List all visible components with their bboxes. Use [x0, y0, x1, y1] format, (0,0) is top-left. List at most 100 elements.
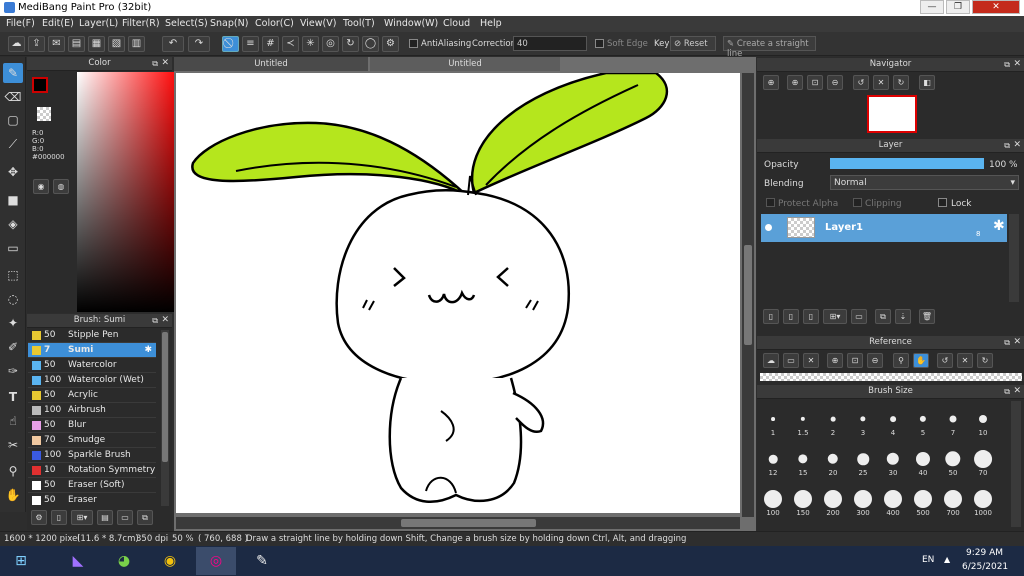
start-button[interactable]: ⊞: [2, 547, 40, 575]
rectangle-tool-icon[interactable]: ▢: [3, 110, 23, 130]
navigator-thumbnail[interactable]: [867, 95, 917, 133]
soft-edge-checkbox[interactable]: [595, 39, 604, 48]
tray-chevron-icon[interactable]: ▲: [944, 555, 950, 564]
gradient-tool-icon[interactable]: ▭: [3, 238, 23, 258]
brush-tool-icon[interactable]: ✎: [3, 63, 23, 83]
close-icon[interactable]: ✕: [1013, 336, 1021, 349]
menu-layer[interactable]: Layer(L): [79, 18, 118, 29]
select-eraser-tool-icon[interactable]: ✑: [3, 361, 23, 381]
hand-tool-icon[interactable]: ✋: [3, 485, 23, 505]
new-layer-1bit-icon[interactable]: ▯: [803, 309, 819, 324]
select-pen-tool-icon[interactable]: ✐: [3, 337, 23, 357]
fill-rect-tool-icon[interactable]: ■: [3, 190, 23, 210]
menu-edit[interactable]: Edit(E): [42, 18, 74, 29]
bucket-tool-icon[interactable]: ◈: [3, 214, 23, 234]
menu-color[interactable]: Color(C): [255, 18, 294, 29]
brush-size-option[interactable]: 4: [879, 407, 907, 437]
brush-size-option[interactable]: 15: [789, 447, 817, 477]
brush-list-item[interactable]: 70 Smudge: [28, 433, 156, 448]
brush-size-option[interactable]: 7: [939, 407, 967, 437]
brush-list-item[interactable]: 50 Eraser: [28, 493, 156, 506]
fit-icon[interactable]: ⊡: [807, 75, 823, 90]
brush-list-item[interactable]: 100 Sparkle Brush: [28, 448, 156, 463]
undo-icon[interactable]: ↶: [162, 36, 184, 52]
transparent-color-swatch[interactable]: [37, 107, 51, 121]
clock-time[interactable]: 9:29 AM: [966, 548, 1003, 558]
undock-icon[interactable]: ⧉: [1004, 336, 1010, 349]
undock-icon[interactable]: ⧉: [1004, 139, 1010, 152]
brush-size-option[interactable]: 700: [939, 487, 967, 517]
undock-icon[interactable]: ⧉: [1004, 58, 1010, 71]
cloud-download-icon[interactable]: ☁: [763, 353, 779, 368]
menu-cloud[interactable]: Cloud: [443, 18, 470, 29]
brush-list-scrollbar[interactable]: [161, 330, 169, 506]
brush-size-scrollbar[interactable]: [1011, 401, 1021, 527]
canvas-vertical-scrollbar[interactable]: [742, 73, 754, 517]
protect-alpha-checkbox[interactable]: [766, 198, 775, 207]
eyedropper-icon[interactable]: ⚲: [893, 353, 909, 368]
brush-size-option[interactable]: 1: [759, 407, 787, 437]
brush-size-option[interactable]: 10: [969, 407, 997, 437]
undock-icon[interactable]: ⧉: [152, 57, 158, 70]
cloud-icon[interactable]: ☁: [8, 36, 25, 52]
menu-select[interactable]: Select(S): [165, 18, 208, 29]
duplicate-layer-icon[interactable]: ⧉: [875, 309, 891, 324]
visual-studio-icon[interactable]: ◣: [58, 547, 98, 575]
parallel-snap-icon[interactable]: ≡: [242, 36, 259, 52]
material-icon[interactable]: ▧: [108, 36, 125, 52]
clock-date[interactable]: 6/25/2021: [962, 562, 1008, 572]
flip-icon[interactable]: ◧: [919, 75, 935, 90]
brush-list-item[interactable]: 100 Watercolor (Wet): [28, 373, 156, 388]
radial-snap-icon[interactable]: ✳: [302, 36, 319, 52]
medibang-taskbar-icon[interactable]: ◎: [196, 547, 236, 575]
move-tool-icon[interactable]: ✥: [3, 162, 23, 182]
new-brush-icon[interactable]: ▯: [51, 510, 67, 525]
eraser-tool-icon[interactable]: ⌫: [3, 87, 23, 107]
brush-size-option[interactable]: 20: [819, 447, 847, 477]
straight-line-button[interactable]: ✎ Create a straight line: [723, 36, 816, 59]
brush-size-option[interactable]: 12: [759, 447, 787, 477]
rotate-right-icon[interactable]: ↻: [977, 353, 993, 368]
drawing-canvas[interactable]: [176, 73, 740, 513]
color-wheel-icon[interactable]: ◉: [33, 179, 49, 194]
magic-wand-tool-icon[interactable]: ✦: [3, 313, 23, 333]
copy-brush-icon[interactable]: ▤: [97, 510, 113, 525]
brush-size-option[interactable]: 30: [879, 447, 907, 477]
lasso-tool-icon[interactable]: ◌: [3, 289, 23, 309]
close-icon[interactable]: ✕: [1013, 385, 1021, 398]
close-icon[interactable]: ✕: [161, 314, 169, 327]
brush-size-option[interactable]: 1000: [969, 487, 997, 517]
menu-help[interactable]: Help: [480, 18, 502, 29]
brush-list-item[interactable]: 7 Sumi ✱: [28, 343, 156, 358]
palette-icon[interactable]: ◍: [53, 179, 69, 194]
close-icon[interactable]: ✕: [161, 57, 169, 70]
new-layer-8bit-icon[interactable]: ▯: [783, 309, 799, 324]
open-folder-icon[interactable]: ▭: [783, 353, 799, 368]
zoom-in-icon[interactable]: ⊕: [827, 353, 843, 368]
brush-settings-icon[interactable]: ⚙: [31, 510, 47, 525]
brush-size-option[interactable]: 400: [879, 487, 907, 517]
close-reference-icon[interactable]: ✕: [803, 353, 819, 368]
rotate-right-icon[interactable]: ↻: [893, 75, 909, 90]
menu-file[interactable]: File(F): [6, 18, 35, 29]
brush-size-option[interactable]: 1.5: [789, 407, 817, 437]
share-icon[interactable]: ⇪: [28, 36, 45, 52]
line-tool-icon[interactable]: ⟋: [3, 134, 23, 154]
add-layer-menu-icon[interactable]: ⊞▾: [823, 309, 847, 324]
comment-icon[interactable]: ✉: [48, 36, 65, 52]
blending-select[interactable]: Normal ▾: [830, 175, 1019, 190]
brush-size-option[interactable]: 70: [969, 447, 997, 477]
menu-tool[interactable]: Tool(T): [343, 18, 375, 29]
brush-size-option[interactable]: 50: [939, 447, 967, 477]
canvas-horizontal-scrollbar[interactable]: [176, 517, 740, 529]
brush-size-option[interactable]: 500: [909, 487, 937, 517]
reset-view-icon[interactable]: ✕: [873, 75, 889, 90]
rotate-left-icon[interactable]: ↺: [853, 75, 869, 90]
folder-icon[interactable]: ▭: [117, 510, 133, 525]
brush-list-item[interactable]: 50 Acrylic: [28, 388, 156, 403]
duplicate-icon[interactable]: ⧉: [137, 510, 153, 525]
brush-list-item[interactable]: 50 Watercolor: [28, 358, 156, 373]
fit-icon[interactable]: ⊡: [847, 353, 863, 368]
perspective-snap-icon[interactable]: ≺: [282, 36, 299, 52]
text-tool-icon[interactable]: T: [3, 387, 23, 407]
